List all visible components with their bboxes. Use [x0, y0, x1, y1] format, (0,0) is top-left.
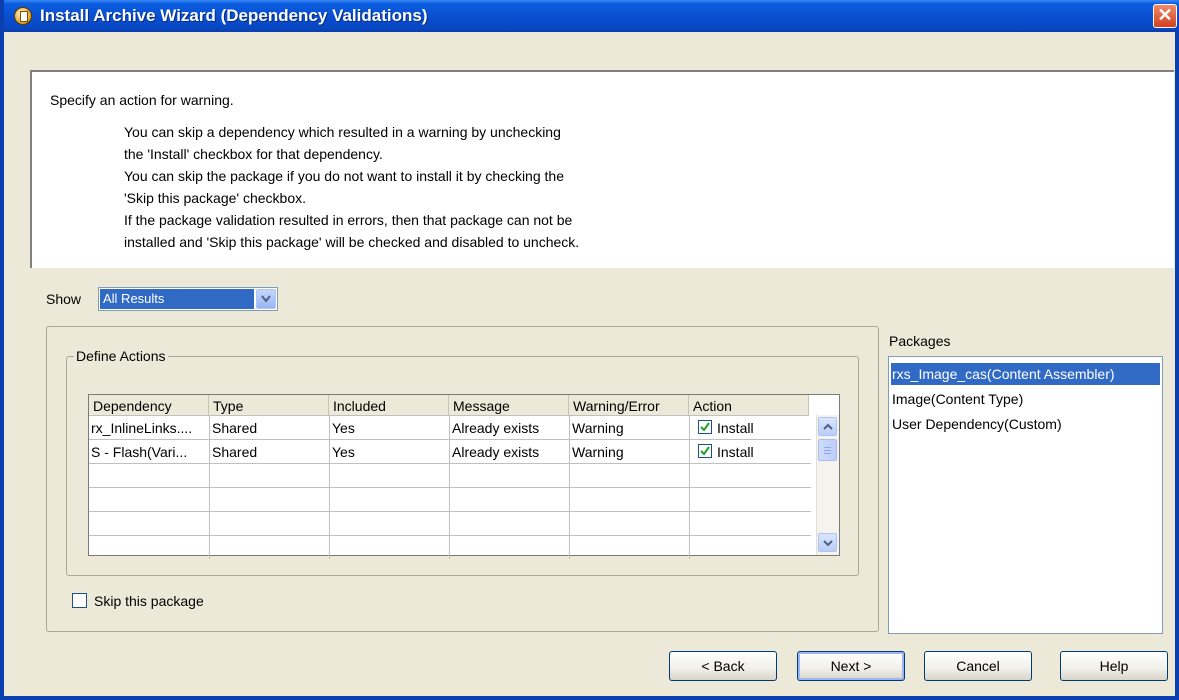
archive-app-icon [14, 7, 32, 25]
wizard-window: Install Archive Wizard (Dependency Valid… [0, 0, 1179, 700]
cell-empty [450, 488, 570, 511]
cell-empty [210, 488, 330, 511]
show-filter-select[interactable]: All Results [98, 287, 278, 311]
cell-message: Already exists [450, 440, 570, 463]
cell-action: Install [690, 416, 811, 439]
chevron-down-icon[interactable] [256, 289, 276, 309]
cell-warning-error: Warning [570, 416, 690, 439]
back-button[interactable]: < Back [669, 651, 777, 681]
help-button[interactable]: Help [1060, 651, 1168, 681]
table-row[interactable]: S - Flash(Vari... Shared Yes Already exi… [89, 440, 811, 464]
instructions-lead: Specify an action for warning. [50, 92, 234, 108]
cell-empty [210, 512, 330, 535]
scroll-down-icon[interactable] [818, 533, 837, 552]
instructions-panel: Specify an action for warning. You can s… [30, 70, 1174, 268]
cell-empty [450, 536, 570, 559]
cell-action: Install [690, 440, 811, 463]
column-header-included[interactable]: Included [329, 395, 449, 415]
dependency-table: Dependency Type Included Message Warning… [88, 394, 840, 559]
table-row-empty [89, 488, 811, 512]
cell-empty [330, 488, 450, 511]
column-header-message[interactable]: Message [449, 395, 569, 415]
cell-empty [570, 512, 690, 535]
skip-package-checkbox[interactable] [72, 593, 87, 608]
install-checkbox[interactable] [698, 444, 712, 458]
instruction-line: You can skip the package if you do not w… [124, 168, 564, 184]
table-row[interactable]: rx_InlineLinks.... Shared Yes Already ex… [89, 416, 811, 440]
instruction-line: 'Skip this package' checkbox. [124, 190, 306, 206]
table-row-empty [89, 464, 811, 488]
install-checkbox[interactable] [698, 420, 712, 434]
cell-empty [330, 464, 450, 487]
cell-empty [450, 464, 570, 487]
column-header-warning-error[interactable]: Warning/Error [569, 395, 689, 415]
cell-empty [330, 512, 450, 535]
cell-dependency: S - Flash(Vari... [89, 440, 210, 463]
table-vertical-scrollbar[interactable] [816, 415, 839, 555]
column-header-action[interactable]: Action [689, 395, 809, 415]
instruction-line: If the package validation resulted in er… [124, 212, 573, 228]
instruction-line: the 'Install' checkbox for that dependen… [124, 146, 383, 162]
show-label: Show [46, 291, 82, 307]
package-item-rxs-image-cas[interactable]: rxs_Image_cas(Content Assembler) [891, 363, 1160, 385]
cell-empty [570, 536, 690, 559]
install-label: Install [717, 444, 754, 460]
cancel-button[interactable]: Cancel [924, 651, 1032, 681]
packages-label: Packages [889, 333, 951, 349]
skip-package-label[interactable]: Skip this package [94, 593, 204, 609]
title-bar[interactable]: Install Archive Wizard (Dependency Valid… [4, 0, 1179, 32]
cell-empty [89, 512, 210, 535]
scrollbar-thumb[interactable] [818, 439, 837, 461]
package-item-user-dependency[interactable]: User Dependency(Custom) [891, 413, 1062, 435]
cell-empty [210, 536, 330, 559]
define-actions-label: Define Actions [74, 348, 168, 364]
scroll-up-icon[interactable] [818, 417, 837, 436]
table-row-empty [89, 536, 811, 560]
show-filter-value: All Results [100, 289, 254, 309]
window-title: Install Archive Wizard (Dependency Valid… [40, 6, 428, 25]
package-item-image[interactable]: Image(Content Type) [891, 388, 1023, 410]
packages-list[interactable]: rxs_Image_cas(Content Assembler) Image(C… [888, 356, 1163, 634]
instruction-line: installed and 'Skip this package' will b… [124, 234, 580, 250]
cell-type: Shared [210, 416, 330, 439]
table-header: Dependency Type Included Message Warning… [89, 395, 809, 416]
cell-empty [450, 512, 570, 535]
cell-type: Shared [210, 440, 330, 463]
column-header-type[interactable]: Type [209, 395, 329, 415]
cell-included: Yes [330, 440, 450, 463]
cell-included: Yes [330, 416, 450, 439]
cell-empty [210, 464, 330, 487]
cell-warning-error: Warning [570, 440, 690, 463]
cell-empty [89, 536, 210, 559]
cell-message: Already exists [450, 416, 570, 439]
cell-dependency: rx_InlineLinks.... [89, 416, 210, 439]
cell-empty [570, 488, 690, 511]
cell-empty [89, 464, 210, 487]
cell-empty [570, 464, 690, 487]
next-button[interactable]: Next > [797, 651, 905, 681]
table-row-empty [89, 512, 811, 536]
cell-empty [89, 488, 210, 511]
cell-empty [330, 536, 450, 559]
instruction-line: You can skip a dependency which resulted… [124, 124, 561, 140]
close-icon[interactable]: ✕ [1153, 4, 1177, 28]
install-label: Install [717, 420, 754, 436]
column-header-dependency[interactable]: Dependency [89, 395, 209, 415]
